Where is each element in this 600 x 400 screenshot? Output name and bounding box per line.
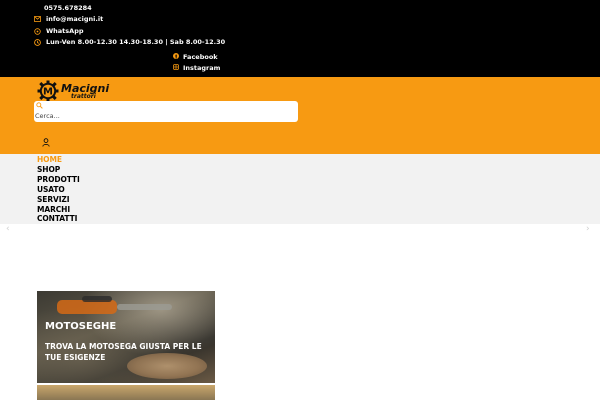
logo-letter: M — [43, 87, 53, 98]
site-header: M Macigni trattori — [0, 77, 600, 154]
user-account-icon[interactable] — [42, 138, 50, 147]
site-logo[interactable]: M Macigni trattori — [37, 80, 109, 102]
logo-wordmark: Macigni trattori — [61, 83, 109, 100]
top-contact-bar: 0575.678284 info@macigni.it WhatsApp Lun… — [0, 0, 600, 77]
envelope-icon — [33, 15, 41, 23]
category-card-motoseghe[interactable]: MOTOSEGHE TROVA LA MOTOSEGA GIUSTA PER L… — [37, 291, 215, 383]
facebook-link[interactable]: Facebook — [173, 53, 218, 61]
nav-item-shop[interactable]: SHOP — [37, 165, 60, 174]
gear-logo-icon: M — [37, 80, 59, 102]
facebook-label[interactable]: Facebook — [183, 53, 218, 61]
opening-hours: Lun-Ven 8.00-12.30 14.30-18.30 | Sab 8.0… — [33, 38, 225, 46]
instagram-link[interactable]: Instagram — [173, 64, 220, 72]
whatsapp-icon — [33, 27, 41, 35]
whatsapp-label[interactable]: WhatsApp — [46, 27, 84, 35]
logo-title: Macigni — [61, 81, 110, 95]
nav-item-home[interactable]: HOME — [37, 155, 62, 164]
phone-contact[interactable]: 0575.678284 — [44, 4, 92, 12]
card-subtitle: TROVA LA MOTOSEGA GIUSTA PER LE TUE ESIG… — [45, 342, 202, 362]
nav-item-prodotti[interactable]: PRODOTTI — [37, 175, 80, 184]
nav-item-contatti[interactable]: CONTATTI — [37, 214, 77, 223]
category-card-next-partial[interactable] — [37, 385, 215, 400]
clock-icon — [33, 38, 41, 46]
nav-item-marchi[interactable]: MARCHI — [37, 205, 70, 214]
main-navigation: HOME SHOP PRODOTTI USATO SERVIZI MARCHI … — [0, 154, 600, 224]
slider-next-arrow[interactable]: › — [586, 224, 594, 234]
phone-number[interactable]: 0575.678284 — [44, 4, 92, 12]
search-box[interactable] — [34, 101, 298, 122]
card-title: MOTOSEGHE — [45, 321, 117, 332]
hours-text: Lun-Ven 8.00-12.30 14.30-18.30 | Sab 8.0… — [46, 38, 226, 46]
facebook-icon — [173, 53, 179, 61]
search-icon[interactable] — [36, 102, 43, 109]
search-input[interactable] — [35, 111, 235, 121]
email-address[interactable]: info@macigni.it — [46, 15, 103, 23]
instagram-icon — [173, 64, 179, 72]
email-contact[interactable]: info@macigni.it — [33, 15, 103, 23]
instagram-label[interactable]: Instagram — [183, 64, 220, 72]
nav-item-usato[interactable]: USATO — [37, 185, 65, 194]
whatsapp-contact[interactable]: WhatsApp — [33, 27, 84, 35]
slider-prev-arrow[interactable]: ‹ — [6, 224, 14, 234]
nav-item-servizi[interactable]: SERVIZI — [37, 195, 70, 204]
